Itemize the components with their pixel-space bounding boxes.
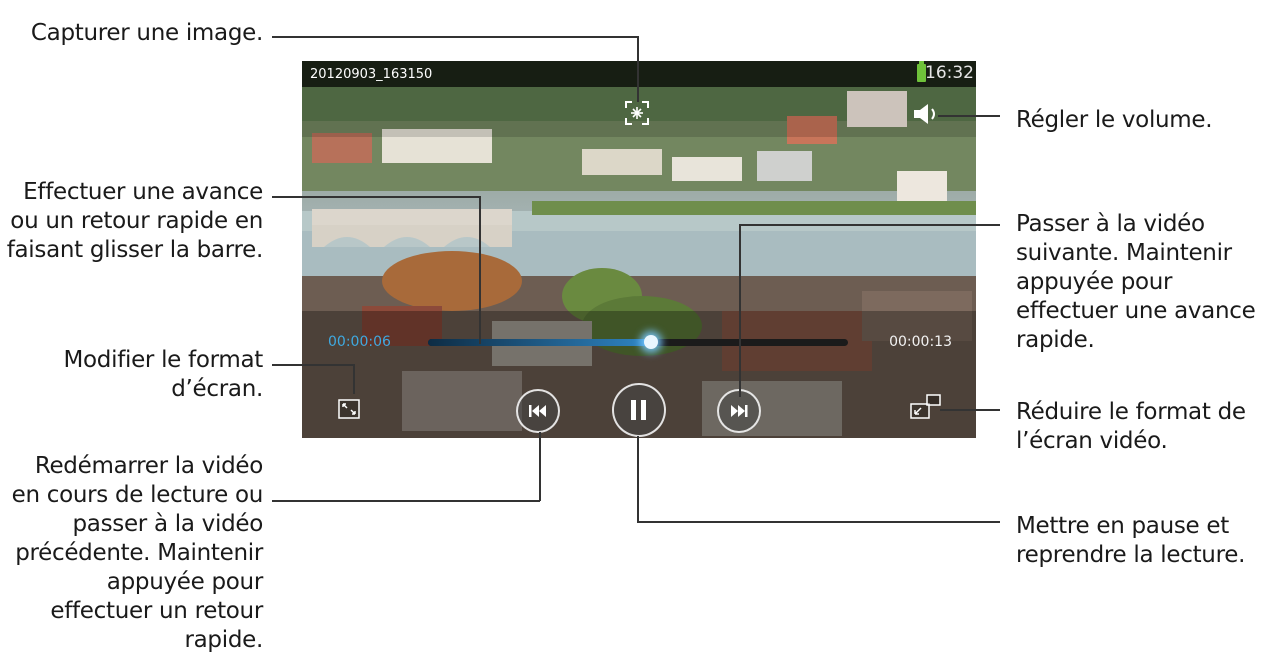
leader-next [740,224,1000,226]
leader-seek [479,196,481,344]
callout-seek-line: faisant glisser la barre. [6,237,264,263]
callout-next-line: appuyée pour [1016,269,1173,295]
callout-previous-line: en cours de lecture ou [11,482,264,508]
leader-next [739,224,741,397]
status-bar: 20120903_163150 16:32 [302,61,976,87]
total-duration: 00:00:13 [889,334,952,350]
leader-volume [938,115,1000,117]
callout-format-line: d’écran. [171,376,263,402]
leader-format [272,364,354,366]
callout-previous-line: effectuer un retour [50,598,263,624]
callout-volume: Régler le volume. [1016,107,1213,133]
aspect-ratio-icon[interactable] [338,399,360,419]
callout-previous-line: passer à la vidéo [72,511,263,537]
leader-capture [272,36,638,38]
leader-previous [272,500,540,502]
seek-bar[interactable] [428,335,848,349]
fast-forward-icon [731,405,748,417]
capture-icon[interactable] [625,101,649,125]
callout-next-line: effectuer une avance [1016,298,1256,324]
callout-seek: Effectuer une avance ou un retour rapide… [6,178,264,265]
seek-bar-handle[interactable] [643,335,658,349]
video-filename: 20120903_163150 [310,67,433,82]
leader-previous [539,432,541,501]
callout-seek-line: Effectuer une avance [23,179,263,205]
callout-next-line: suivante. Maintenir [1016,240,1232,266]
elapsed-time: 00:00:06 [328,334,391,350]
callout-reduce-line: l’écran vidéo. [1016,428,1168,454]
callout-pause-line: Mettre en pause et [1016,513,1229,539]
pause-button[interactable] [612,383,666,437]
callout-previous-line: Redémarrer la vidéo [34,453,263,479]
leader-pause [637,521,1000,523]
callout-previous-line: rapide. [184,627,263,653]
leader-seek [272,196,480,198]
callout-previous-line: précédente. Maintenir [15,540,263,566]
video-player-screen[interactable]: 20120903_163150 16:32 00:00:06 00:00:13 [302,61,976,438]
callout-pause-line: reprendre la lecture. [1016,542,1246,568]
callout-previous-line: appuyée pour [106,569,264,595]
callout-pause: Mettre en pause et reprendre la lecture. [1016,512,1245,570]
status-clock: 16:32 [925,63,974,83]
pause-icon [631,400,646,420]
callout-next-line: rapide. [1016,327,1095,353]
rewind-button[interactable] [516,389,560,433]
leader-pause [637,436,639,522]
volume-icon[interactable] [912,101,942,127]
popup-play-icon[interactable] [910,394,942,420]
callout-next: Passer à la vidéo suivante. Maintenir ap… [1016,210,1256,355]
callout-reduce: Réduire le format de l’écran vidéo. [1016,398,1246,456]
callout-previous: Redémarrer la vidéo en cours de lecture … [11,452,264,655]
callout-next-line: Passer à la vidéo [1016,211,1205,237]
callout-seek-line: ou un retour rapide en [10,208,263,234]
rewind-icon [529,405,546,417]
callout-capture: Capturer une image. [30,20,263,46]
leader-reduce [940,409,1000,411]
leader-format [353,364,355,394]
seek-bar-progress [428,339,651,346]
callout-format: Modifier le format d’écran. [63,346,263,404]
callout-reduce-line: Réduire le format de [1016,399,1246,425]
leader-capture [637,36,639,102]
callout-format-line: Modifier le format [63,347,263,373]
